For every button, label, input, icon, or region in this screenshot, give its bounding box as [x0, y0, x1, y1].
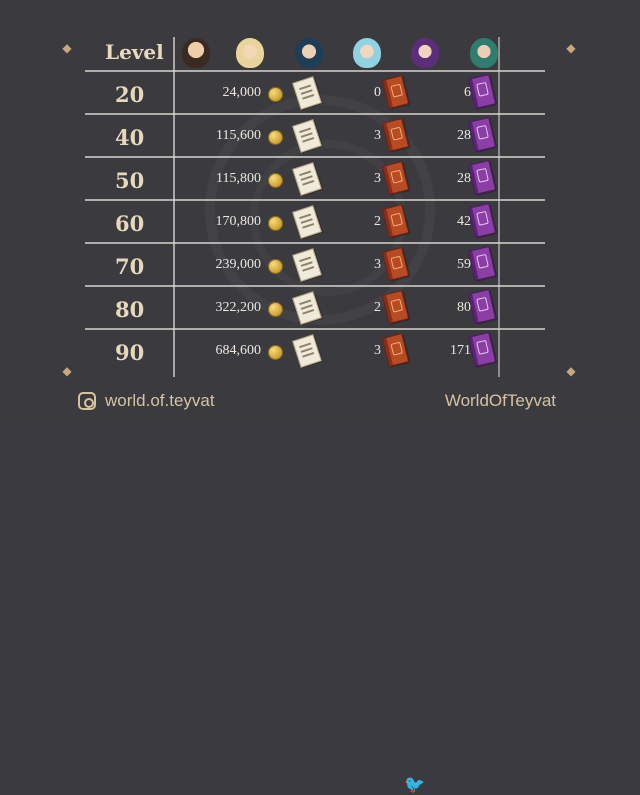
table-row: 50 115,800 4 3 28	[85, 159, 515, 203]
mora-cell: 684,600	[215, 343, 262, 358]
corner-ornament-icon: ◆	[62, 41, 72, 55]
scroll-icon	[292, 334, 322, 368]
avatar	[182, 38, 210, 68]
row-divider	[85, 70, 545, 72]
table-row: 20 24,000 0 0 6	[85, 73, 515, 117]
mora-cell: 24,000	[222, 85, 262, 100]
purple-book-icon	[467, 159, 497, 196]
scroll-icon	[292, 119, 322, 153]
scroll-icon	[292, 291, 322, 325]
row-divider	[85, 156, 545, 158]
red-book-icon	[381, 246, 410, 282]
level-cell: 90	[115, 340, 145, 365]
row-divider	[85, 285, 545, 287]
mora-coin-icon	[268, 173, 283, 188]
red-book-icon	[381, 289, 410, 325]
purple-book-count: 28	[457, 128, 471, 143]
instagram-handle: world.of.teyvat	[105, 391, 215, 410]
row-divider	[85, 199, 545, 201]
table-row: 70 239,000 0 3 59	[85, 245, 515, 289]
purple-book-icon	[467, 245, 497, 282]
red-book-count: 2	[374, 214, 381, 229]
level-header: Level	[105, 40, 164, 64]
footer: world.of.teyvat 🐦 WorldOfTeyvat	[0, 384, 640, 794]
twitter-handle: WorldOfTeyvat	[444, 391, 556, 410]
red-book-count: 3	[374, 128, 381, 143]
red-book-icon	[381, 203, 410, 239]
corner-ornament-icon: ◆	[566, 364, 576, 378]
scroll-icon	[292, 248, 322, 282]
row-divider	[85, 113, 545, 115]
row-divider	[85, 242, 545, 244]
table-header: Level	[85, 36, 515, 70]
level-cell: 20	[115, 82, 145, 107]
corner-ornament-icon: ◆	[566, 41, 576, 55]
scroll-icon	[292, 76, 322, 110]
mora-coin-icon	[268, 216, 283, 231]
red-book-icon	[381, 332, 410, 368]
mora-cell: 239,000	[215, 257, 262, 272]
purple-book-icon	[467, 116, 497, 153]
corner-ornament-icon: ◆	[62, 364, 72, 378]
red-book-count: 0	[374, 85, 381, 100]
avatar	[236, 38, 264, 68]
scroll-icon	[292, 205, 322, 239]
purple-book-icon	[467, 73, 497, 110]
red-book-icon	[381, 74, 410, 110]
mora-cell: 115,600	[216, 128, 261, 143]
level-cell: 70	[115, 254, 145, 279]
mora-cell: 322,200	[215, 300, 262, 315]
avatar	[470, 38, 498, 68]
red-book-count: 2	[374, 300, 381, 315]
red-book-count: 3	[374, 257, 381, 272]
red-book-icon	[381, 160, 410, 196]
character-level-table: ◆ ◆ ◆ ◆ Level 20 24,000 0 0 6 40 115,600…	[0, 0, 640, 794]
avatar	[295, 38, 323, 68]
purple-book-count: 59	[457, 257, 471, 272]
level-cell: 50	[115, 168, 145, 193]
avatar	[353, 38, 381, 68]
purple-book-icon	[467, 288, 497, 325]
purple-book-count: 171	[450, 343, 471, 358]
purple-book-icon	[467, 331, 497, 368]
purple-book-count: 28	[457, 171, 471, 186]
red-book-count: 3	[374, 171, 381, 186]
table-row: 60 170,800 4 2 42	[85, 202, 515, 246]
purple-book-count: 6	[464, 85, 471, 100]
level-cell: 40	[115, 125, 145, 150]
twitter-icon: 🐦	[404, 775, 426, 795]
red-book-icon	[381, 117, 410, 153]
scroll-icon	[292, 162, 322, 196]
row-divider	[85, 328, 545, 330]
purple-book-count: 42	[457, 214, 471, 229]
mora-cell: 170,800	[215, 214, 262, 229]
level-cell: 60	[115, 211, 145, 236]
mora-coin-icon	[268, 345, 283, 360]
table-row: 40 115,600 3 3 28	[85, 116, 515, 160]
purple-book-icon	[467, 202, 497, 239]
mora-cell: 115,800	[216, 171, 261, 186]
level-cell: 80	[115, 297, 145, 322]
mora-coin-icon	[268, 259, 283, 274]
purple-book-count: 80	[457, 300, 471, 315]
mora-coin-icon	[268, 87, 283, 102]
avatar	[411, 38, 439, 68]
mora-coin-icon	[268, 130, 283, 145]
mora-coin-icon	[268, 302, 283, 317]
table-row: 90 684,600 0 3 171	[85, 331, 515, 375]
red-book-count: 3	[374, 343, 381, 358]
table-row: 80 322,200 1 2 80	[85, 288, 515, 332]
